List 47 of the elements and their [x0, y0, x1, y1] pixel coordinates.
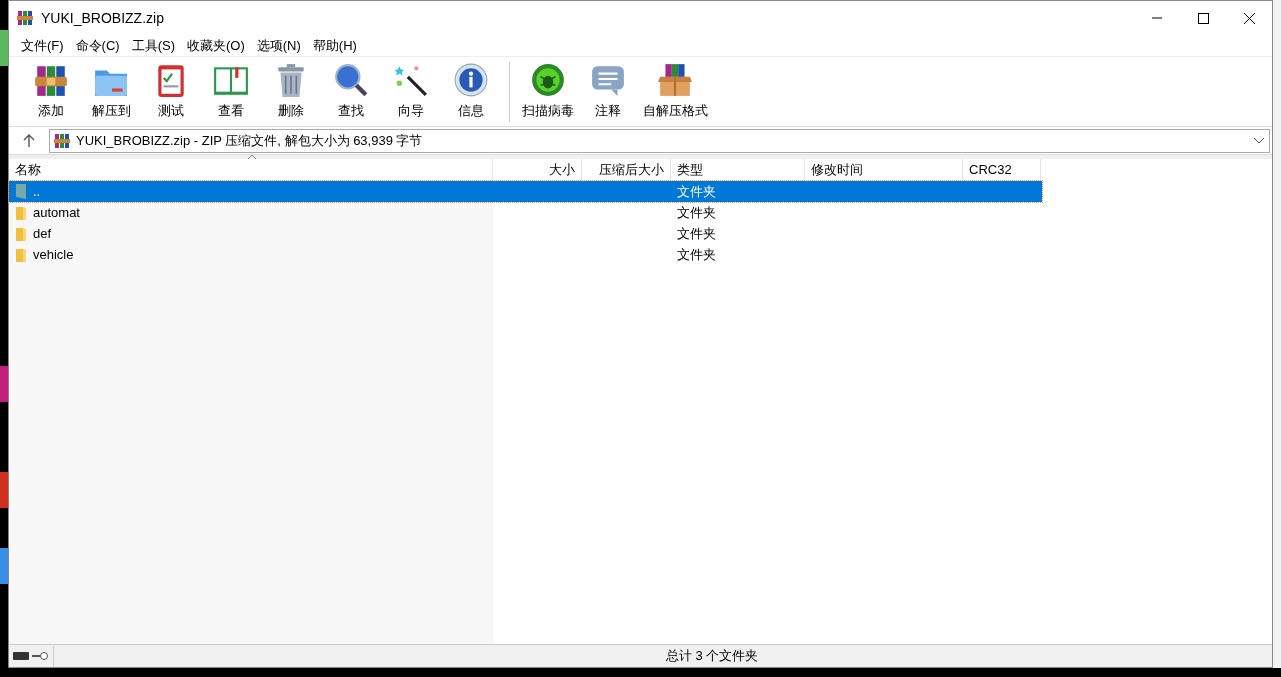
menu-item[interactable]: 收藏夹(O) — [181, 35, 251, 56]
toolbar-button[interactable]: 查找 — [321, 58, 381, 125]
file-row[interactable]: def 文件夹 — [9, 223, 1042, 244]
file-row[interactable]: automat 文件夹 — [9, 202, 1042, 223]
file-name: automat — [32, 203, 81, 222]
window-title: YUKI_BROBIZZ.zip — [41, 8, 164, 28]
file-type: 文件夹 — [676, 225, 717, 241]
archive-icon — [54, 132, 70, 149]
file-name: .. — [32, 182, 42, 201]
toolbar-button[interactable]: 解压到 — [81, 58, 141, 125]
menu-item[interactable]: 文件(F) — [15, 35, 70, 56]
menu-item[interactable]: 命令(C) — [69, 35, 126, 56]
toolbar-button[interactable]: 添加 — [21, 58, 81, 125]
menu-item[interactable]: 帮助(H) — [306, 35, 363, 56]
file-type: 文件夹 — [676, 183, 717, 199]
folder-icon — [15, 247, 27, 262]
box-icon — [657, 62, 693, 98]
toolbar-button[interactable]: 注释 — [578, 58, 638, 125]
toolbar-button[interactable]: 查看 — [201, 58, 261, 125]
file-type: 文件夹 — [676, 204, 717, 220]
dropdown-caret-icon[interactable] — [1253, 136, 1265, 145]
status-text: 总计 3 个文件夹 — [666, 647, 759, 666]
file-name: vehicle — [32, 245, 75, 264]
file-row[interactable]: .. 文件夹 — [9, 181, 1042, 202]
folder-icon — [15, 226, 27, 241]
toolbar-button[interactable]: 自解压格式 — [638, 58, 712, 125]
file-name: def — [32, 224, 53, 243]
file-row[interactable]: vehicle 文件夹 — [9, 244, 1042, 265]
menu-item[interactable]: 工具(S) — [125, 35, 181, 56]
maximize-icon — [1197, 12, 1209, 24]
menu-item[interactable]: 选项(N) — [250, 35, 307, 56]
app-icon — [17, 10, 33, 26]
parent-folder-icon — [15, 184, 27, 199]
magnifier-icon — [333, 62, 369, 98]
key-icon — [32, 651, 48, 661]
file-type: 文件夹 — [676, 246, 717, 262]
toolbar-button[interactable]: 向导 — [381, 58, 441, 125]
up-arrow-icon — [23, 134, 35, 147]
keyboard-icon — [13, 652, 29, 660]
toolbar-button[interactable]: 删除 — [261, 58, 321, 125]
close-icon — [1243, 12, 1255, 24]
info-icon — [453, 62, 489, 98]
toolbar-button[interactable]: 信息 — [441, 58, 501, 125]
folder-icon — [15, 205, 27, 220]
bug-icon — [530, 62, 566, 98]
toolbar-button[interactable]: 测试 — [141, 58, 201, 125]
toolbar-button[interactable]: 扫描病毒 — [518, 58, 578, 125]
